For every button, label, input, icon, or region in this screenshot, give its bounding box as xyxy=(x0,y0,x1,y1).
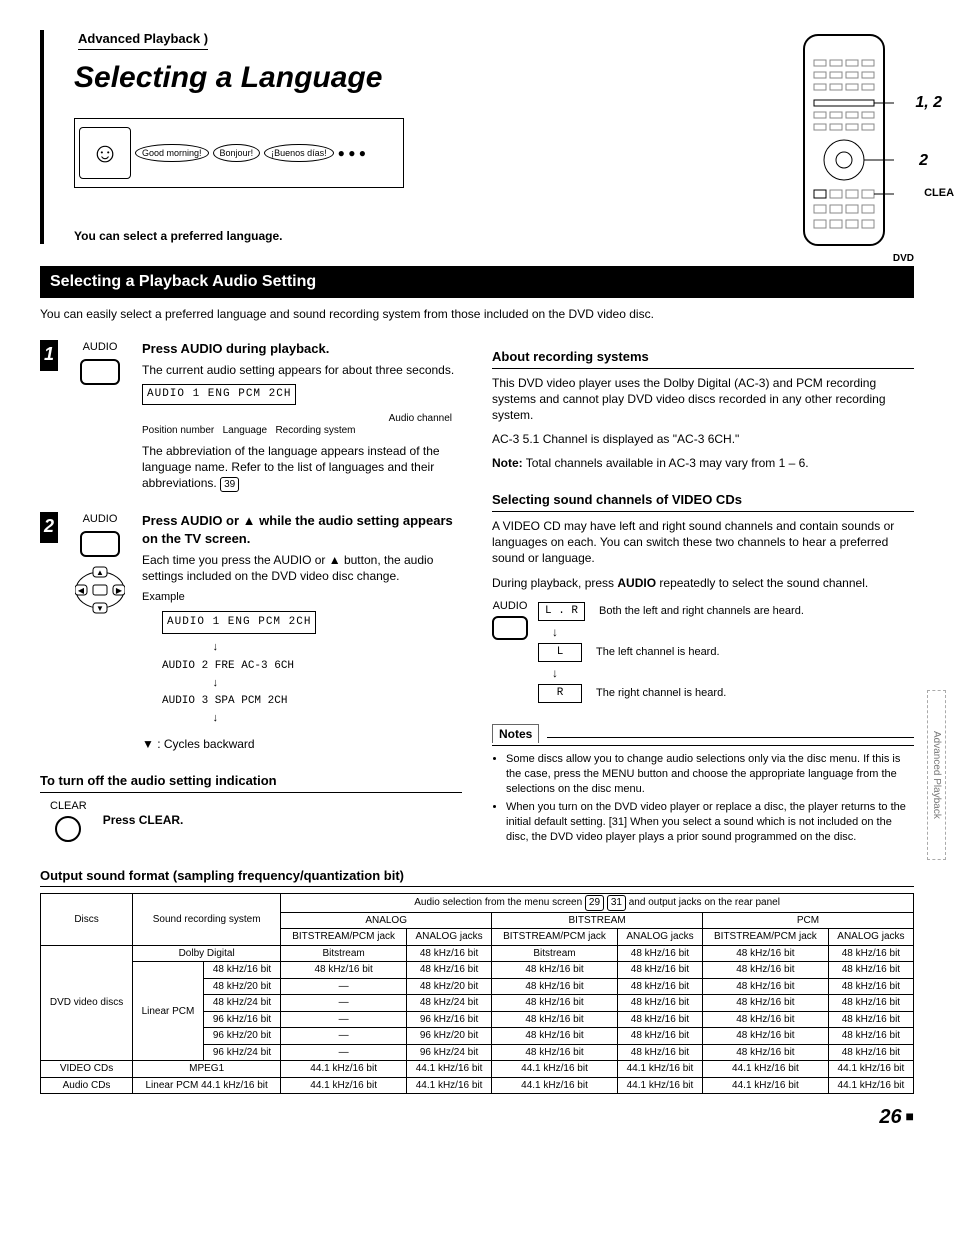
page-reference: 39 xyxy=(220,477,239,493)
notes-list: Some discs allow you to change audio sel… xyxy=(506,752,914,845)
note-item: Some discs allow you to change audio sel… xyxy=(506,752,914,797)
remote-callout-12: 1, 2 xyxy=(915,92,942,114)
clear-button-label: CLEAR xyxy=(50,799,87,842)
step-text: The current audio setting appears for ab… xyxy=(142,362,462,378)
col-discs: Discs xyxy=(41,894,133,946)
audio-button-icon xyxy=(492,616,528,640)
header-left: Advanced Playback Selecting a Language ☺… xyxy=(40,30,774,244)
svg-text:◀: ◀ xyxy=(78,586,85,595)
vcd-text: A VIDEO CD may have left and right sound… xyxy=(492,518,914,567)
step-text: Each time you press the AUDIO or ▲ butto… xyxy=(142,552,462,584)
notes-heading: Notes xyxy=(492,724,914,746)
table-row: VIDEO CDsMPEG144.1 kHz/16 bit44.1 kHz/16… xyxy=(41,1061,914,1078)
audio-button-label: AUDIO xyxy=(492,599,528,706)
remote-callout-clear: CLEAR xyxy=(924,186,954,201)
page-header: Advanced Playback Selecting a Language ☺… xyxy=(40,30,914,254)
step-button-label: AUDIO xyxy=(70,340,130,492)
about-text: This DVD video player uses the Dolby Dig… xyxy=(492,375,914,424)
face-icon: ☺ xyxy=(79,127,131,179)
greeting-bubble: Bonjour! xyxy=(213,144,261,162)
channel-row: L . R Both the left and right channels a… xyxy=(538,602,914,621)
osd-display: AUDIO 1 ENG PCM 2CH xyxy=(142,384,296,405)
remote-callout-2: 2 xyxy=(919,150,928,172)
col-srs: Sound recording system xyxy=(133,894,281,946)
turnoff-heading: To turn off the audio setting indication xyxy=(40,772,462,793)
step-number: 2 xyxy=(40,512,58,543)
audio-button-icon xyxy=(80,359,120,385)
intro-note: You can select a preferred language. xyxy=(74,228,774,244)
channel-row: L The left channel is heard. xyxy=(538,643,914,662)
about-note: Note: Total channels available in AC-3 m… xyxy=(492,455,914,471)
note-item: When you turn on the DVD video player or… xyxy=(506,800,914,845)
right-column: About recording systems This DVD video p… xyxy=(492,340,914,849)
clear-button-icon xyxy=(55,816,81,842)
table-row: Linear PCM48 kHz/16 bit48 kHz/16 bit48 k… xyxy=(41,962,914,979)
output-table: Discs Sound recording system Audio selec… xyxy=(40,893,914,1094)
audio-button-icon xyxy=(80,531,120,557)
svg-text:▶: ▶ xyxy=(116,586,123,595)
output-top-header: Audio selection from the menu screen 29 … xyxy=(281,894,914,913)
svg-text:▼: ▼ xyxy=(96,604,104,613)
vcd-heading: Selecting sound channels of VIDEO CDs xyxy=(492,491,914,512)
channel-row: R The right channel is heard. xyxy=(538,684,914,703)
step-1: 1 AUDIO Press AUDIO during playback. The… xyxy=(40,340,462,492)
step-number: 1 xyxy=(40,340,58,371)
left-column: 1 AUDIO Press AUDIO during playback. The… xyxy=(40,340,462,849)
output-heading: Output sound format (sampling frequency/… xyxy=(40,867,914,888)
breadcrumb: Advanced Playback xyxy=(78,30,208,50)
section-title: Selecting a Playback Audio Setting xyxy=(50,273,316,290)
remote-diagram: 1, 2 2 CLEAR xyxy=(774,30,914,254)
vcd-text: During playback, press AUDIO repeatedly … xyxy=(492,575,914,591)
dvd-tag: DVD xyxy=(893,252,914,266)
svg-text:▲: ▲ xyxy=(96,568,104,577)
ellipsis-icon: ● ● ● xyxy=(338,145,366,161)
greeting-illustration: ☺ Good morning! Bonjour! ¡Buenos días! ●… xyxy=(74,118,404,188)
clear-instruction: Press CLEAR. xyxy=(103,812,184,828)
step-text: The abbreviation of the language appears… xyxy=(142,443,462,493)
cycles-note: ▼ : Cycles backward xyxy=(142,736,462,752)
example-list: AUDIO 1 ENG PCM 2CH ↓ AUDIO 2 FRE AC-3 6… xyxy=(162,605,462,729)
about-text: AC-3 5.1 Channel is displayed as "AC-3 6… xyxy=(492,431,914,447)
table-row: Audio CDsLinear PCM 44.1 kHz/16 bit44.1 … xyxy=(41,1077,914,1094)
section-bar: Selecting a Playback Audio Setting DVD xyxy=(40,266,914,298)
greeting-bubble: ¡Buenos días! xyxy=(264,144,334,162)
step-2: 2 AUDIO ▲ ▼ ◀ ▶ Press AUDIO or ▲ while t xyxy=(40,512,462,752)
section-lead: You can easily select a preferred langua… xyxy=(40,306,914,322)
greeting-bubble: Good morning! xyxy=(135,144,209,162)
dpad-icon: ▲ ▼ ◀ ▶ xyxy=(70,565,130,620)
display-caption: Audio channel Position number Language R… xyxy=(142,413,462,437)
table-row: DVD video discsDolby DigitalBitstream48 … xyxy=(41,945,914,962)
side-tab: Advanced Playback xyxy=(927,690,947,860)
page-number: 26 xyxy=(40,1104,914,1131)
page-title: Selecting a Language xyxy=(74,58,774,99)
step-heading: Press AUDIO or ▲ while the audio setting… xyxy=(142,513,453,546)
step-heading: Press AUDIO during playback. xyxy=(142,341,329,356)
step-button-label: AUDIO ▲ ▼ ◀ ▶ xyxy=(70,512,130,752)
example-label: Example xyxy=(142,591,185,603)
about-heading: About recording systems xyxy=(492,348,914,369)
